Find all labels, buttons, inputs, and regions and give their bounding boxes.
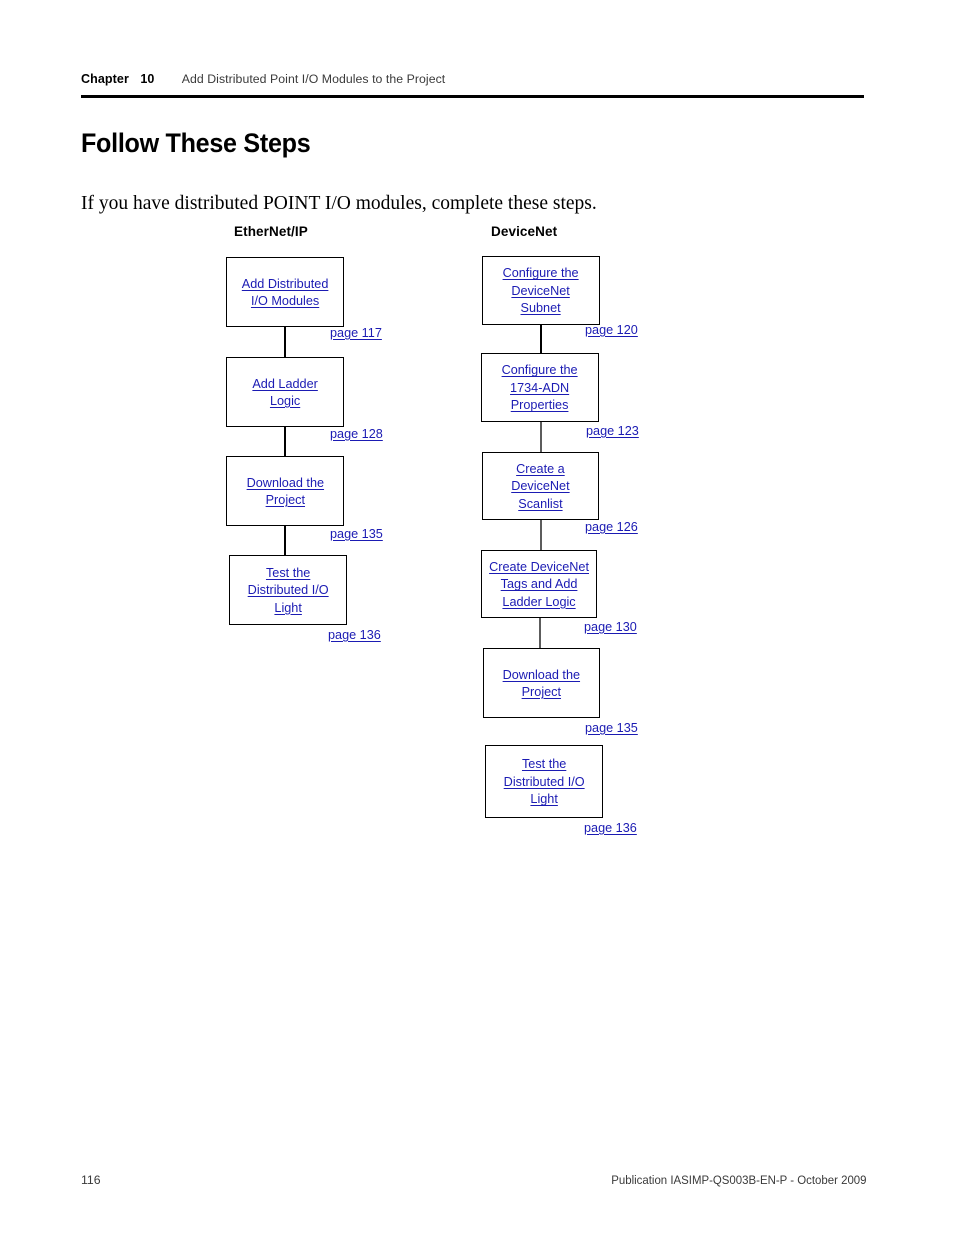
header-divider — [81, 95, 864, 98]
flow-box-label[interactable]: Add Distributed I/O Modules — [238, 275, 332, 310]
flow-box-devicenet-step-5[interactable]: Download the Project — [483, 648, 600, 718]
footer-publication-info: Publication IASIMP-QS003B-EN-P - October… — [611, 1173, 867, 1187]
flow-box-label[interactable]: Configure the 1734-ADN Properties — [498, 361, 582, 414]
connector-ethernet-2-3 — [284, 427, 286, 456]
page-ref-devicenet-step-1[interactable]: page 120 — [585, 322, 638, 337]
flow-box-label[interactable]: Create a DeviceNet Scanlist — [507, 460, 573, 513]
footer-page-number: 116 — [81, 1173, 101, 1187]
header-chapter-title: Add Distributed Point I/O Modules to the… — [181, 72, 446, 86]
flow-box-devicenet-step-3[interactable]: Create a DeviceNet Scanlist — [482, 452, 599, 520]
flow-box-ethernet-step-2[interactable]: Add Ladder Logic — [226, 357, 344, 427]
column-heading-ethernet-ip: EtherNet/IP — [234, 224, 308, 239]
connector-ethernet-3-4 — [284, 526, 286, 555]
connector-devicenet-2-3 — [540, 422, 542, 452]
header-chapter-number: 10 — [140, 72, 155, 86]
intro-paragraph: If you have distributed POINT I/O module… — [81, 193, 597, 214]
flow-box-devicenet-step-6[interactable]: Test the Distributed I/O Light — [485, 745, 603, 818]
running-header: Chapter 10 Add Distributed Point I/O Mod… — [81, 70, 864, 96]
flow-box-label[interactable]: Configure the DeviceNet Subnet — [499, 264, 583, 317]
flow-box-label[interactable]: Test the Distributed I/O Light — [500, 755, 589, 808]
page-title: Follow These Steps — [81, 128, 311, 158]
flow-box-ethernet-step-4[interactable]: Test the Distributed I/O Light — [229, 555, 347, 625]
page-ref-devicenet-step-6[interactable]: page 136 — [584, 820, 637, 835]
flow-box-label[interactable]: Test the Distributed I/O Light — [244, 564, 333, 617]
flow-box-label[interactable]: Create DeviceNet Tags and Add Ladder Log… — [485, 558, 593, 611]
flow-box-label[interactable]: Add Ladder Logic — [248, 375, 321, 410]
page-ref-devicenet-step-4[interactable]: page 130 — [584, 619, 637, 634]
flow-box-devicenet-step-4[interactable]: Create DeviceNet Tags and Add Ladder Log… — [481, 550, 597, 618]
connector-devicenet-1-2 — [540, 325, 542, 353]
flow-box-label[interactable]: Download the Project — [242, 474, 327, 509]
flow-box-devicenet-step-2[interactable]: Configure the 1734-ADN Properties — [481, 353, 599, 422]
page-ref-ethernet-step-3[interactable]: page 135 — [330, 526, 383, 541]
flow-box-devicenet-step-1[interactable]: Configure the DeviceNet Subnet — [482, 256, 600, 325]
page-ref-ethernet-step-4[interactable]: page 136 — [328, 627, 381, 642]
header-chapter-word: Chapter — [81, 72, 129, 86]
connector-devicenet-4-5 — [539, 618, 541, 648]
flow-box-ethernet-step-3[interactable]: Download the Project — [226, 456, 344, 526]
page-ref-devicenet-step-3[interactable]: page 126 — [585, 519, 638, 534]
page-ref-ethernet-step-1[interactable]: page 117 — [330, 325, 382, 340]
connector-devicenet-3-4 — [540, 520, 542, 550]
page-ref-devicenet-step-5[interactable]: page 135 — [585, 720, 638, 735]
connector-ethernet-1-2 — [284, 327, 286, 357]
page-ref-devicenet-step-2[interactable]: page 123 — [586, 423, 639, 438]
flow-box-ethernet-step-1[interactable]: Add Distributed I/O Modules — [226, 257, 344, 327]
flow-box-label[interactable]: Download the Project — [499, 666, 584, 701]
page-ref-ethernet-step-2[interactable]: page 128 — [330, 426, 383, 441]
column-heading-devicenet: DeviceNet — [491, 224, 558, 239]
